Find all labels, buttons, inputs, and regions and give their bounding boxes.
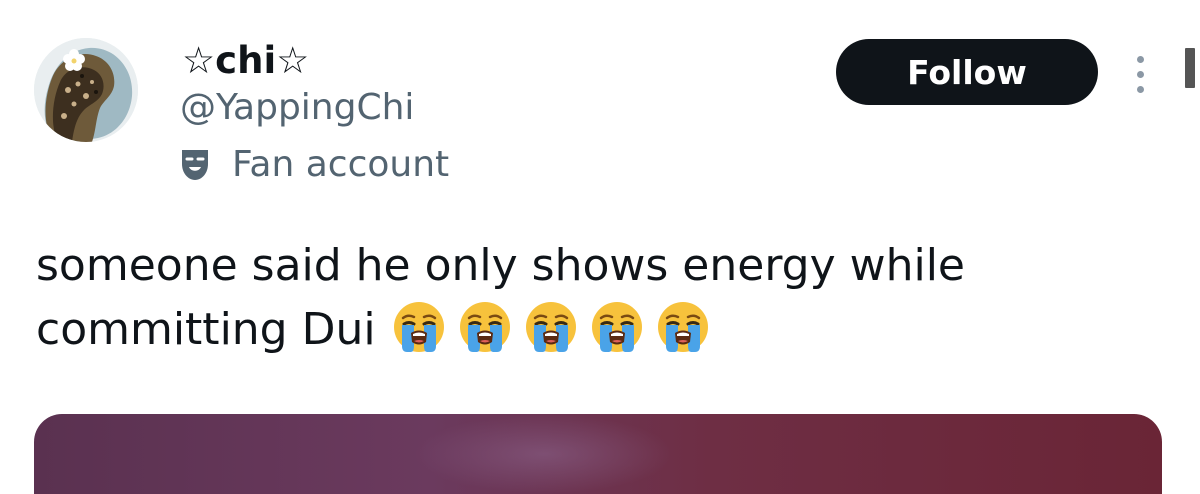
tweet-text-line-1: someone said he only shows energy while: [36, 240, 965, 291]
more-vertical-icon: [1136, 55, 1144, 63]
display-name[interactable]: ☆chi☆: [182, 40, 309, 82]
loudly-crying-face-emoji: [656, 300, 710, 354]
follow-button[interactable]: Follow: [836, 39, 1098, 105]
scrollbar[interactable]: [1185, 48, 1195, 88]
leopard-avatar-icon: [34, 38, 138, 142]
tweet-media[interactable]: [34, 414, 1162, 494]
account-label[interactable]: Fan account: [180, 143, 449, 187]
avatar[interactable]: [34, 38, 138, 142]
more-dot: [1136, 85, 1144, 93]
loudly-crying-face-emoji: [524, 300, 578, 354]
account-label-text: Fan account: [232, 144, 450, 185]
loudly-crying-face-emoji: [392, 300, 446, 354]
more-options-button[interactable]: [1124, 46, 1156, 102]
user-handle[interactable]: @YappingChi: [180, 86, 414, 130]
loudly-crying-face-emoji: [590, 300, 644, 354]
tweet-text-line-2-text: committing Dui: [36, 304, 376, 355]
loudly-crying-face-emoji: [458, 300, 512, 354]
theater-mask-icon: [180, 148, 210, 182]
tweet-text-line-2: committing Dui: [36, 298, 1166, 362]
tweet-text: someone said he only shows energy while …: [36, 234, 1166, 362]
more-dot: [1136, 70, 1144, 78]
emoji-row: [376, 302, 710, 355]
